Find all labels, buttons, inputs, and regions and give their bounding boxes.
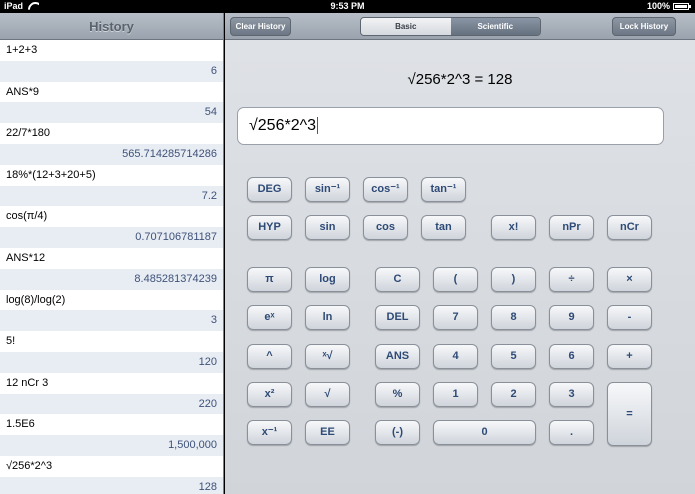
history-expression[interactable]: ANS*9 [0, 81, 223, 103]
expression-text: √256*2^3 [249, 117, 317, 134]
history-result[interactable]: 0.707106781187 [0, 227, 223, 248]
percent-key[interactable]: % [375, 382, 420, 407]
history-expression[interactable]: √256*2^3 [0, 455, 223, 477]
clear-key[interactable]: C [375, 267, 420, 292]
history-result[interactable]: 3 [0, 310, 223, 332]
clock: 9:53 PM [330, 1, 365, 11]
history-result[interactable]: 565.714285714286 [0, 143, 223, 165]
mode-segmented-control[interactable]: Basic Scientific [360, 17, 541, 36]
history-result[interactable]: 54 [0, 102, 223, 124]
ans-key[interactable]: ANS [375, 344, 420, 369]
status-bar: iPad 9:53 PM 100% [0, 0, 695, 13]
sqrt-key[interactable]: √ [305, 382, 350, 407]
arcsin-key[interactable]: sin⁻¹ [305, 177, 350, 202]
history-result[interactable]: 6 [0, 60, 223, 82]
ee-key[interactable]: EE [305, 420, 350, 445]
digit-3-key[interactable]: 3 [549, 382, 594, 407]
digit-4-key[interactable]: 4 [433, 344, 478, 369]
digit-0-key[interactable]: 0 [433, 420, 536, 445]
text-caret [317, 117, 319, 135]
lock-history-button[interactable]: Lock History [612, 17, 676, 36]
result-display: √256*2^3 = 128 [407, 71, 513, 88]
factorial-key[interactable]: x! [491, 215, 536, 240]
deg-key[interactable]: DEG [247, 177, 292, 202]
arctan-key[interactable]: tan⁻¹ [421, 177, 466, 202]
history-result[interactable]: 220 [0, 393, 223, 415]
history-expression[interactable]: 22/7*180 [0, 123, 223, 144]
nth-root-key[interactable]: ˣ√ [305, 344, 350, 369]
arccos-key[interactable]: cos⁻¹ [363, 177, 408, 202]
negate-key[interactable]: (-) [375, 420, 420, 445]
digit-6-key[interactable]: 6 [549, 344, 594, 369]
minus-key[interactable]: - [607, 305, 652, 330]
ln-key[interactable]: ln [305, 305, 350, 330]
history-result[interactable]: 7.2 [0, 185, 223, 207]
pi-key[interactable]: π [247, 267, 292, 292]
delete-key[interactable]: DEL [375, 305, 420, 330]
inverse-key[interactable]: x⁻¹ [247, 420, 292, 445]
history-result[interactable]: 1,500,000 [0, 435, 223, 456]
decimal-key[interactable]: . [549, 420, 594, 445]
digit-2-key[interactable]: 2 [491, 382, 536, 407]
history-panel: History 1+2+3 6 ANS*9 54 22/7*180 565.7142857… [0, 13, 224, 494]
history-expression[interactable]: cos(π/4) [0, 206, 223, 228]
tan-key[interactable]: tan [421, 215, 466, 240]
battery-percent: 100% [646, 1, 670, 11]
toolbar: Clear History Basic Scientific Lock Hist… [225, 13, 695, 40]
history-result[interactable]: 120 [0, 351, 223, 373]
plus-key[interactable]: + [607, 344, 652, 369]
left-paren-key[interactable]: ( [433, 267, 478, 292]
square-key[interactable]: x² [247, 382, 292, 407]
history-result[interactable]: 8.485281374239 [0, 268, 223, 290]
battery-icon [673, 2, 691, 10]
npr-key[interactable]: nPr [549, 215, 594, 240]
multiply-key[interactable]: × [607, 267, 652, 292]
digit-9-key[interactable]: 9 [549, 305, 594, 330]
ncr-key[interactable]: nCr [607, 215, 652, 240]
divide-key[interactable]: ÷ [549, 267, 594, 292]
mode-basic-tab[interactable]: Basic [361, 18, 451, 35]
mode-scientific-tab[interactable]: Scientific [450, 18, 540, 35]
equals-key[interactable]: = [607, 382, 652, 446]
hyp-key[interactable]: HYP [247, 215, 292, 240]
history-title: History [0, 13, 223, 40]
history-expression[interactable]: 1.5E6 [0, 414, 223, 436]
history-result[interactable]: 128 [0, 476, 223, 494]
digit-8-key[interactable]: 8 [491, 305, 536, 330]
digit-7-key[interactable]: 7 [433, 305, 478, 330]
history-expression[interactable]: ANS*12 [0, 247, 223, 269]
history-expression[interactable]: 1+2+3 [0, 40, 223, 61]
digit-5-key[interactable]: 5 [491, 344, 536, 369]
history-expression[interactable]: log(8)/log(2) [0, 289, 223, 311]
history-expression[interactable]: 18%*(12+3+20+5) [0, 164, 223, 186]
clear-history-button[interactable]: Clear History [230, 17, 291, 36]
expression-input[interactable]: √256*2^3 [237, 107, 664, 145]
history-expression[interactable]: 5! [0, 331, 223, 352]
sin-key[interactable]: sin [305, 215, 350, 240]
log-key[interactable]: log [305, 267, 350, 292]
digit-1-key[interactable]: 1 [433, 382, 478, 407]
history-list[interactable]: 1+2+3 6 ANS*9 54 22/7*180 565.714285714286 18%… [0, 40, 223, 494]
cos-key[interactable]: cos [363, 215, 408, 240]
history-expression[interactable]: 12 nCr 3 [0, 372, 223, 394]
power-key[interactable]: ^ [247, 344, 292, 369]
exp-key[interactable]: eˣ [247, 305, 292, 330]
calculator-main: Clear History Basic Scientific Lock Hist… [225, 13, 695, 494]
right-paren-key[interactable]: ) [491, 267, 536, 292]
